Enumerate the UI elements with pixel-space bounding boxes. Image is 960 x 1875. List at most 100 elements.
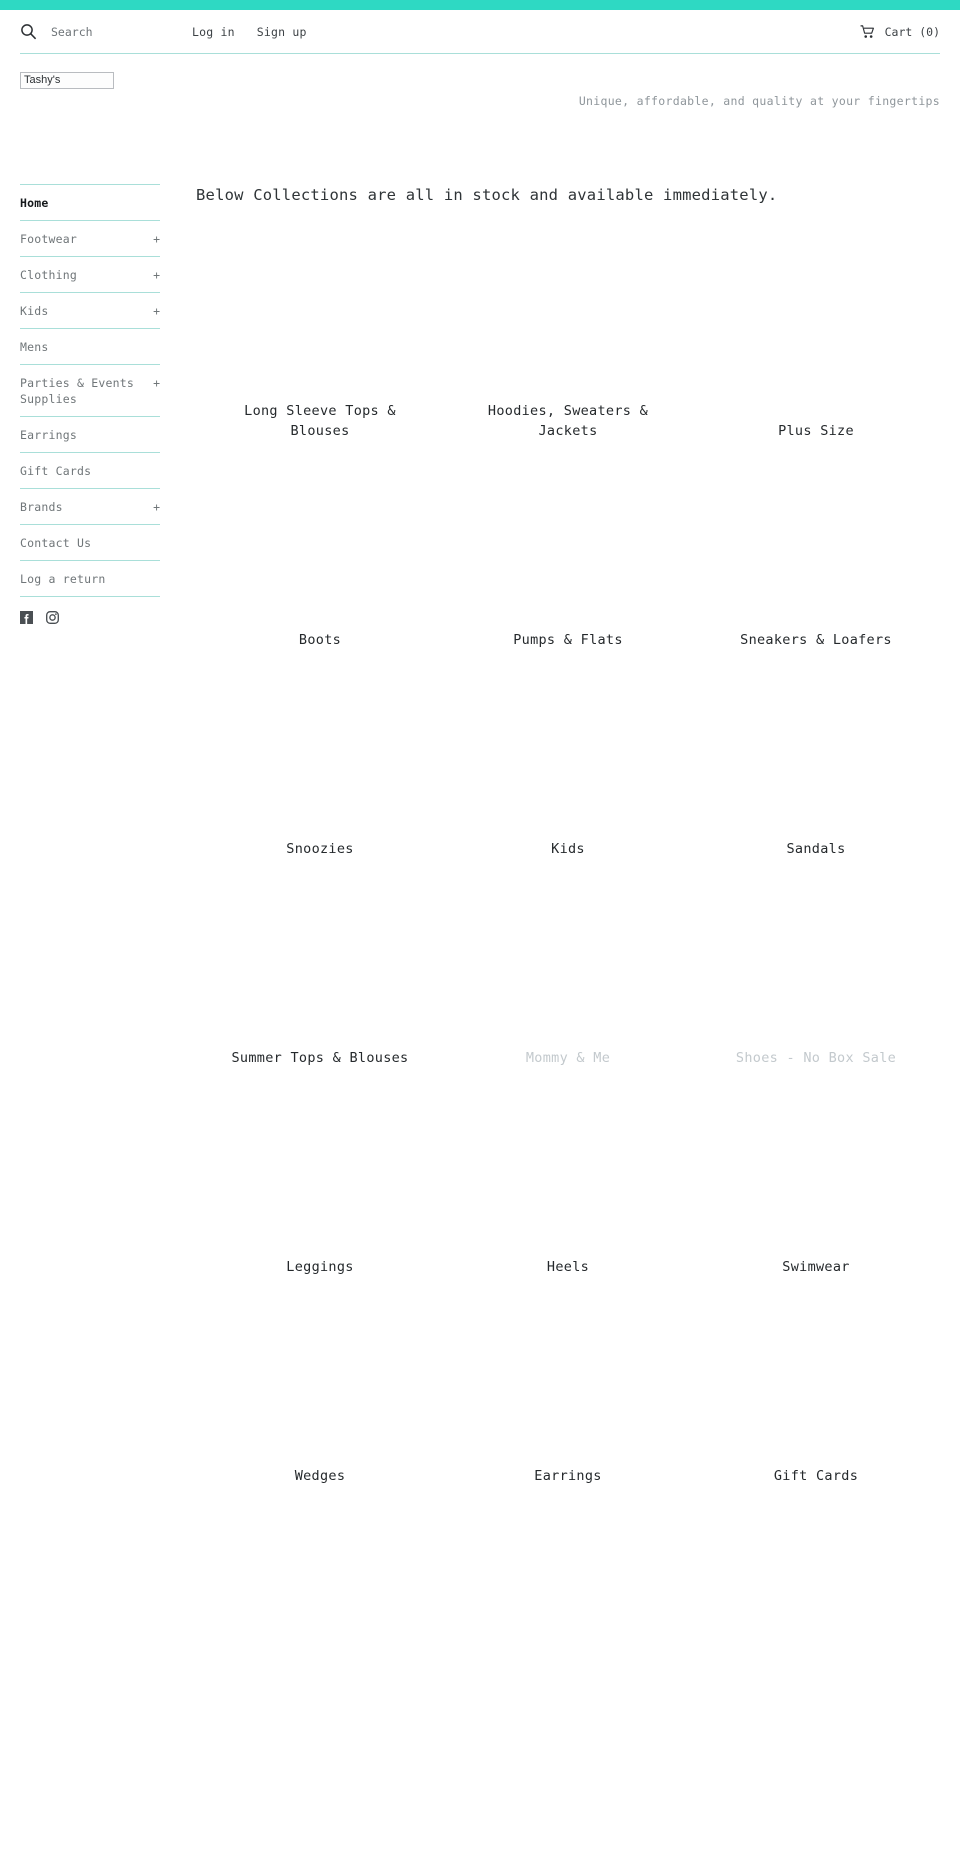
search-input[interactable]: [51, 24, 151, 39]
collection-card[interactable]: Leggings: [196, 1070, 444, 1279]
collection-thumbnail: [444, 234, 692, 401]
page-heading: Below Collections are all in stock and a…: [196, 186, 778, 204]
sidebar-item-label: Earrings: [20, 428, 77, 442]
collection-title: Heels: [546, 1259, 590, 1275]
collection-thumbnail: [444, 1279, 692, 1466]
sidebar-item-home[interactable]: Home: [20, 185, 160, 221]
sidebar-item-contact-us[interactable]: Contact Us: [20, 525, 160, 561]
collection-title: Earrings: [534, 1468, 602, 1484]
collection-title: Long Sleeve Tops & Blouses: [244, 403, 396, 439]
collection-title: Gift Cards: [773, 1468, 859, 1484]
collection-card[interactable]: Wedges: [196, 1279, 444, 1488]
collection-grid: Long Sleeve Tops & Blouses Hoodies, Swea…: [196, 234, 940, 1488]
collection-card[interactable]: Swimwear: [692, 1070, 940, 1279]
expand-icon[interactable]: +: [153, 267, 160, 283]
sidebar-item-label: Footwear: [20, 232, 77, 246]
site-tagline: Unique, affordable, and quality at your …: [578, 94, 940, 108]
collection-title: Shoes - No Box Sale: [735, 1050, 897, 1066]
collection-thumbnail: [444, 443, 692, 630]
sidebar-item-label: Contact Us: [20, 536, 92, 550]
search-area[interactable]: [20, 23, 170, 40]
collection-thumbnail: [692, 234, 940, 421]
collection-thumbnail: [692, 443, 940, 630]
sidebar-item-label: Gift Cards: [20, 464, 92, 478]
collection-thumbnail: [444, 861, 692, 1048]
page-body: Home Footwear + Clothing + Kids + Mens P…: [20, 126, 940, 1488]
collection-thumbnail: [444, 652, 692, 839]
sidebar-item-label: Kids: [20, 304, 49, 318]
expand-icon[interactable]: +: [153, 375, 160, 391]
instagram-icon[interactable]: [46, 611, 59, 624]
collection-thumbnail: [196, 1070, 444, 1257]
sidebar-item-label: Home: [20, 196, 49, 210]
expand-icon[interactable]: +: [153, 303, 160, 319]
collection-card[interactable]: Heels: [444, 1070, 692, 1279]
collection-thumbnail: [692, 861, 940, 1048]
collection-card[interactable]: Gift Cards: [692, 1279, 940, 1488]
collection-card[interactable]: Pumps & Flats: [444, 443, 692, 652]
sidebar-item-label: Log a return: [20, 572, 106, 586]
collection-thumbnail: [692, 1279, 940, 1466]
sidebar-item-label: Clothing: [20, 268, 77, 282]
collection-thumbnail: [444, 1070, 692, 1257]
collection-card[interactable]: Sneakers & Loafers: [692, 443, 940, 652]
collection-title: Mommy & Me: [525, 1050, 611, 1066]
collection-card[interactable]: Kids: [444, 652, 692, 861]
collection-title: Swimwear: [782, 1259, 850, 1275]
collection-title: Snoozies: [286, 841, 354, 857]
collection-card[interactable]: Sandals: [692, 652, 940, 861]
cart-label: Cart (0): [884, 24, 940, 39]
top-accent-bar: [0, 0, 960, 10]
sidebar-item-log-a-return[interactable]: Log a return: [20, 561, 160, 597]
collection-title: Summer Tops & Blouses: [231, 1050, 409, 1066]
collection-title: Boots: [298, 632, 342, 648]
search-icon[interactable]: [20, 23, 37, 40]
collection-card[interactable]: Earrings: [444, 1279, 692, 1488]
collection-title: Sandals: [786, 841, 846, 857]
collection-title: Wedges: [294, 1468, 346, 1484]
collection-title: Sneakers & Loafers: [740, 632, 892, 648]
social-links: [20, 597, 160, 624]
collection-title: Leggings: [286, 1259, 354, 1275]
collection-title: Kids: [551, 841, 585, 857]
collection-card[interactable]: Shoes - No Box Sale: [692, 861, 940, 1070]
collection-thumbnail: [196, 234, 444, 401]
collection-title: Pumps & Flats: [513, 632, 623, 648]
cart-icon: [860, 24, 876, 39]
collection-card[interactable]: Plus Size: [692, 234, 940, 443]
sidebar-item-label: Mens: [20, 340, 49, 354]
collection-thumbnail: [692, 1070, 940, 1257]
collection-title: Plus Size: [778, 423, 854, 439]
sidebar-item-label: Brands: [20, 500, 63, 514]
cart-link[interactable]: Cart (0): [860, 25, 940, 39]
collection-card[interactable]: Mommy & Me: [444, 861, 692, 1070]
sign-up-link[interactable]: Sign up: [257, 25, 307, 39]
brand-row: Tashy's Unique, affordable, and quality …: [20, 54, 940, 126]
collection-card[interactable]: Hoodies, Sweaters & Jackets: [444, 234, 692, 443]
sidebar-navigation: Home Footwear + Clothing + Kids + Mens P…: [20, 184, 160, 624]
expand-icon[interactable]: +: [153, 499, 160, 515]
site-logo[interactable]: Tashy's: [20, 72, 114, 89]
auth-links: Log in Sign up: [192, 25, 307, 39]
facebook-icon[interactable]: [20, 611, 33, 624]
collection-card[interactable]: Long Sleeve Tops & Blouses: [196, 234, 444, 443]
sidebar-item-footwear[interactable]: Footwear +: [20, 221, 160, 257]
collection-card[interactable]: Boots: [196, 443, 444, 652]
collection-title: Hoodies, Sweaters & Jackets: [487, 403, 649, 439]
collection-thumbnail: [196, 652, 444, 839]
sidebar-item-gift-cards[interactable]: Gift Cards: [20, 453, 160, 489]
sidebar-item-earrings[interactable]: Earrings: [20, 417, 160, 453]
log-in-link[interactable]: Log in: [192, 25, 235, 39]
collection-thumbnail: [692, 652, 940, 839]
sidebar-item-brands[interactable]: Brands +: [20, 489, 160, 525]
collection-thumbnail: [196, 861, 444, 1048]
expand-icon[interactable]: +: [153, 231, 160, 247]
sidebar-item-clothing[interactable]: Clothing +: [20, 257, 160, 293]
collection-card[interactable]: Snoozies: [196, 652, 444, 861]
sidebar-item-parties-events-supplies[interactable]: Parties & Events Supplies +: [20, 365, 160, 417]
sidebar-item-label: Parties & Events Supplies: [20, 376, 134, 406]
main-content: Below Collections are all in stock and a…: [160, 184, 940, 1488]
sidebar-item-kids[interactable]: Kids +: [20, 293, 160, 329]
sidebar-item-mens[interactable]: Mens: [20, 329, 160, 365]
collection-card[interactable]: Summer Tops & Blouses: [196, 861, 444, 1070]
